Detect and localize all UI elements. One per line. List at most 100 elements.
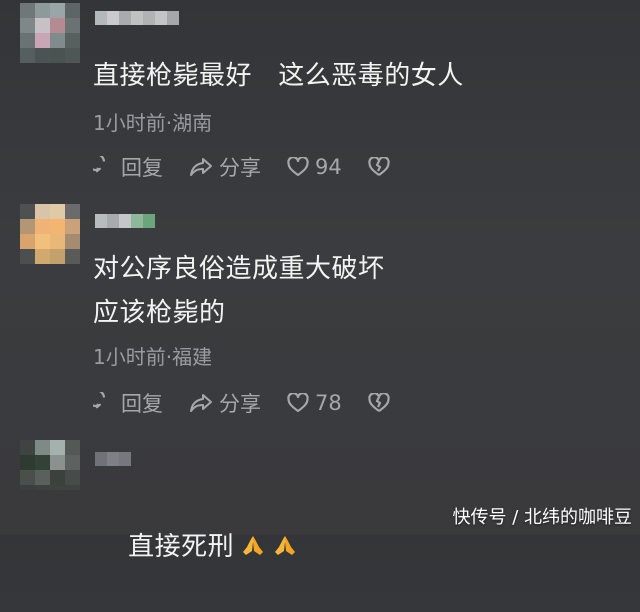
comment-text-content: 直接死刑 <box>128 532 235 562</box>
avatar-pixel <box>35 204 50 219</box>
share-button[interactable]: 分享 <box>189 388 261 418</box>
avatar-pixel <box>20 18 35 33</box>
avatar-pixel <box>65 485 80 490</box>
comment-text-line-2: 应该枪毙的 <box>93 298 226 328</box>
avatar-pixel <box>35 455 50 470</box>
avatar-pixel <box>65 33 80 48</box>
avatar-pixel <box>20 485 35 490</box>
username-pixel <box>119 11 131 25</box>
comment-meta: 1小时前·福建 <box>93 345 213 369</box>
avatar-pixel <box>20 3 35 18</box>
avatar-pixel <box>50 48 65 63</box>
avatar-pixel <box>65 18 80 33</box>
avatar-pixel <box>50 249 65 264</box>
avatar-pixel <box>50 440 65 455</box>
comment-bubble-icon <box>93 156 106 173</box>
heart-icon <box>287 157 309 177</box>
dislike-button[interactable] <box>368 157 390 177</box>
comment-meta: 1小时前·湖南 <box>93 111 213 135</box>
share-arrow-icon <box>190 394 212 412</box>
avatar[interactable] <box>20 3 80 63</box>
username-pixel <box>107 214 119 228</box>
avatar-pixel <box>65 470 80 485</box>
username-pixel <box>131 214 143 228</box>
username-blurred[interactable] <box>95 11 179 25</box>
avatar-pixel <box>65 204 80 219</box>
comment-text-line-1: 对公序良俗造成重大破坏 <box>93 254 385 284</box>
avatar-pixel <box>35 485 50 490</box>
avatar-pixel <box>35 234 50 249</box>
avatar-pixel <box>65 219 80 234</box>
avatar-pixel <box>20 440 35 455</box>
reply-label: 回复 <box>121 156 163 180</box>
avatar-pixel <box>50 204 65 219</box>
comment-actions: 回复 分享 78 <box>93 389 416 417</box>
avatar-pixel <box>35 219 50 234</box>
share-label: 分享 <box>219 392 261 416</box>
username-pixel <box>95 452 107 466</box>
like-button[interactable]: 78 <box>287 391 342 415</box>
avatar-pixel <box>20 234 35 249</box>
avatar-pixel <box>50 455 65 470</box>
comment-text: 直接枪毙最好 这么恶毒的女人 <box>93 61 464 91</box>
watermark: 快传号 / 北纬的咖啡豆 <box>452 507 632 528</box>
avatar-pixel <box>65 440 80 455</box>
avatar-pixel <box>50 219 65 234</box>
username-pixel <box>107 452 119 466</box>
avatar-pixel <box>20 204 35 219</box>
avatar-pixel <box>20 219 35 234</box>
avatar-pixel <box>20 33 35 48</box>
reply-label: 回复 <box>121 392 163 416</box>
broken-heart-icon <box>368 157 390 176</box>
username-pixel <box>107 11 119 25</box>
avatar-pixel <box>50 3 65 18</box>
avatar-pixel <box>50 470 65 485</box>
praying-hands-emoji <box>275 536 296 555</box>
avatar[interactable] <box>20 204 80 264</box>
avatar-pixel <box>35 440 50 455</box>
dislike-button[interactable] <box>368 393 390 413</box>
avatar-pixel <box>65 455 80 470</box>
share-button[interactable]: 分享 <box>189 152 261 182</box>
like-count: 94 <box>315 155 342 179</box>
heart-icon <box>287 393 309 413</box>
avatar-pixel <box>50 234 65 249</box>
avatar-pixel <box>35 18 50 33</box>
avatar-pixel <box>65 3 80 18</box>
avatar-pixel <box>50 33 65 48</box>
username-pixel <box>95 11 107 25</box>
username-pixel <box>143 214 155 228</box>
avatar-pixel <box>65 48 80 63</box>
avatar-pixel <box>65 249 80 264</box>
avatar-pixel <box>35 48 50 63</box>
avatar-pixel <box>20 455 35 470</box>
username-pixel <box>119 452 131 466</box>
username-blurred[interactable] <box>95 452 131 466</box>
avatar-pixel <box>35 33 50 48</box>
avatar-pixel <box>20 48 35 63</box>
username-pixel <box>155 11 167 25</box>
avatar-pixel <box>35 3 50 18</box>
praying-hands-emoji <box>243 536 264 555</box>
share-label: 分享 <box>219 156 261 180</box>
avatar-pixel <box>65 234 80 249</box>
avatar-pixel <box>20 249 35 264</box>
avatar-pixel <box>35 470 50 485</box>
username-pixel <box>119 214 131 228</box>
like-count: 78 <box>315 391 342 415</box>
comment-bubble-icon <box>93 392 106 409</box>
username-pixel <box>95 214 107 228</box>
reply-button[interactable]: 回复 <box>93 152 163 182</box>
avatar-pixel <box>35 249 50 264</box>
avatar-pixel <box>50 18 65 33</box>
avatar-pixel <box>50 485 65 490</box>
avatar[interactable] <box>20 440 80 490</box>
share-arrow-icon <box>190 158 212 176</box>
username-pixel <box>167 11 179 25</box>
username-blurred[interactable] <box>95 214 155 228</box>
like-button[interactable]: 94 <box>287 155 342 179</box>
comment-actions: 回复 分享 94 <box>93 153 416 181</box>
username-pixel <box>131 11 143 25</box>
comment-text: 直接死刑 <box>93 483 298 612</box>
reply-button[interactable]: 回复 <box>93 388 163 418</box>
